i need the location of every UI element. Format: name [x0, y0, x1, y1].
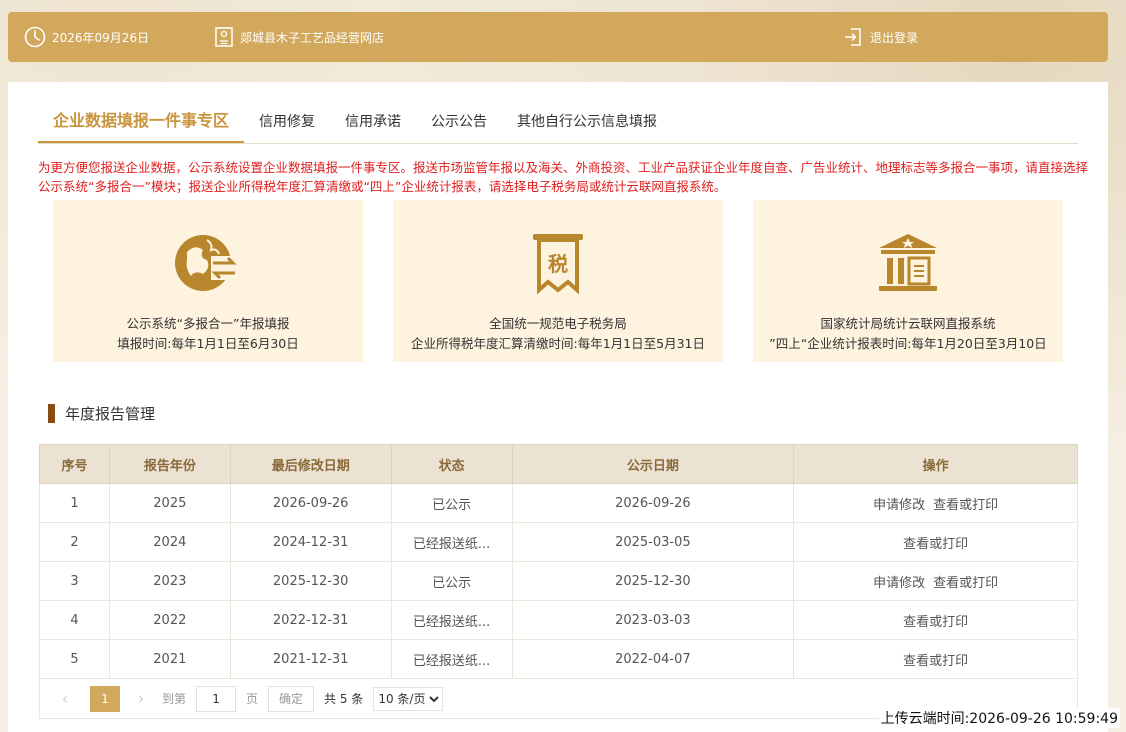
view-print-link[interactable]: 查看或打印	[933, 576, 998, 591]
clock-icon	[24, 26, 46, 48]
globe-exchange-icon	[175, 235, 237, 291]
total-count: 共 5 条	[324, 692, 364, 706]
cell-actions: 查看或打印	[793, 639, 1078, 679]
apply-modify-link[interactable]: 申请修改	[873, 576, 925, 591]
tab-credit-repair[interactable]: 信用修复	[244, 111, 330, 143]
card-statistics-time: ”四上“企业统计报表时间:每年1月20日至3月10日	[769, 336, 1047, 351]
tab-enterprise-data[interactable]: 企业数据填报一件事专区	[38, 107, 245, 143]
cell-actions: 查看或打印	[793, 522, 1078, 562]
tax-icon-text: 税	[548, 252, 568, 276]
cell-actions: 查看或打印	[793, 600, 1078, 640]
card-e-tax-time: 企业所得税年度汇算清缴时间:每年1月1日至5月31日	[411, 336, 705, 351]
cell-publish: 2025-03-05	[511, 522, 795, 562]
card-e-tax-title: 全国统一规范电子税务局	[489, 316, 627, 331]
card-statistics-title: 国家统计局统计云联网直报系统	[820, 316, 996, 331]
top-header-bar: 2026年09月26日 郯城县木子工艺品经营网店 退出登录	[8, 12, 1108, 62]
cell-actions: 申请修改 查看或打印	[793, 561, 1078, 601]
logout-icon	[845, 28, 861, 46]
cell-no: 4	[39, 600, 110, 640]
building-icon	[879, 234, 937, 291]
cell-modified: 2025-12-30	[229, 561, 392, 601]
section-title-text: 年度报告管理	[65, 405, 156, 423]
cell-modified: 2026-09-26	[229, 483, 392, 523]
tab-public-notice[interactable]: 公示公告	[416, 111, 502, 143]
cell-publish: 2023-03-03	[511, 600, 795, 640]
goto-page-input[interactable]	[196, 685, 237, 712]
notice-text: 为更方便您报送企业数据，公示系统设置企业数据填报一件事专区。报送市场监管年报以及…	[38, 160, 1089, 194]
prev-page-icon[interactable]: ‹	[50, 689, 80, 708]
col-header-no: 序号	[39, 444, 110, 484]
cell-modified: 2022-12-31	[229, 600, 392, 640]
header-shop: 郯城县木子工艺品经营网店	[214, 12, 384, 62]
card-e-tax-bureau[interactable]: 税 全国统一规范电子税务局 企业所得税年度汇算清缴时间:每年1月1日至5月31日	[393, 200, 723, 362]
tab-bar: 企业数据填报一件事专区 信用修复 信用承诺 公示公告 其他自行公示信息填报	[38, 104, 1078, 144]
cell-year: 2023	[108, 561, 231, 601]
cell-year: 2024	[108, 522, 231, 562]
col-header-publish: 公示日期	[511, 444, 795, 484]
section-annual-report-management: 年度报告管理	[48, 403, 155, 424]
cell-no: 3	[39, 561, 110, 601]
col-header-year: 报告年份	[108, 444, 231, 484]
tab-other-disclosure[interactable]: 其他自行公示信息填报	[502, 111, 672, 143]
card-statistics-system[interactable]: 国家统计局统计云联网直报系统 ”四上“企业统计报表时间:每年1月20日至3月10…	[753, 200, 1063, 362]
view-print-link[interactable]: 查看或打印	[903, 654, 968, 669]
shop-icon	[215, 27, 233, 47]
logout-label: 退出登录	[870, 30, 919, 45]
goto-confirm-button[interactable]: 确定	[268, 685, 315, 712]
header-date-text: 2026年09月26日	[52, 30, 150, 45]
cell-year: 2025	[108, 483, 231, 523]
cell-year: 2021	[108, 639, 231, 679]
cell-year: 2022	[108, 600, 231, 640]
table-row: 3 2023 2025-12-30 已公示 2025-12-30 申请修改 查看或…	[39, 561, 1078, 601]
cell-status: 已经报送纸...	[390, 639, 513, 679]
table-header-row: 序号 报告年份 最后修改日期 状态 公示日期 操作	[39, 444, 1078, 484]
table-row: 4 2022 2022-12-31 已经报送纸... 2023-03-03 查看…	[39, 600, 1078, 640]
cell-no: 1	[39, 483, 110, 523]
section-title-bar	[48, 404, 55, 423]
page-unit-label: 页	[246, 692, 259, 706]
col-header-status: 状态	[390, 444, 513, 484]
cell-status: 已公示	[390, 483, 513, 523]
goto-label: 到第	[162, 692, 187, 706]
cell-modified: 2021-12-31	[229, 639, 392, 679]
main-content-panel: 企业数据填报一件事专区 信用修复 信用承诺 公示公告 其他自行公示信息填报 为更…	[8, 82, 1108, 732]
cell-status: 已经报送纸...	[390, 600, 513, 640]
view-print-link[interactable]: 查看或打印	[903, 537, 968, 552]
header-date: 2026年09月26日	[24, 12, 149, 62]
annual-report-table: 序号 报告年份 最后修改日期 状态 公示日期 操作 1 2025 2026-09…	[39, 444, 1078, 679]
tax-icon: 税	[533, 234, 583, 295]
cell-publish: 2026-09-26	[511, 483, 795, 523]
cell-no: 2	[39, 522, 110, 562]
cell-status: 已公示	[390, 561, 513, 601]
next-page-icon[interactable]: ›	[126, 689, 156, 708]
table-row: 1 2025 2026-09-26 已公示 2026-09-26 申请修改 查看或…	[39, 483, 1078, 523]
col-header-actions: 操作	[793, 444, 1078, 484]
header-shop-name: 郯城县木子工艺品经营网店	[240, 30, 385, 45]
upload-time-text: 上传云端时间:2026-09-26 10:59:49	[878, 708, 1120, 728]
card-annual-report[interactable]: 公示系统“多报合一”年报填报 填报时间:每年1月1日至6月30日	[53, 200, 363, 362]
cell-actions: 申请修改 查看或打印	[793, 483, 1078, 523]
logout-button[interactable]: 退出登录	[842, 12, 918, 62]
cell-no: 5	[39, 639, 110, 679]
tab-credit-commitment[interactable]: 信用承诺	[330, 111, 416, 143]
view-print-link[interactable]: 查看或打印	[903, 615, 968, 630]
card-annual-report-time: 填报时间:每年1月1日至6月30日	[117, 336, 299, 351]
cell-publish: 2022-04-07	[511, 639, 795, 679]
view-print-link[interactable]: 查看或打印	[933, 498, 998, 513]
apply-modify-link[interactable]: 申请修改	[873, 498, 925, 513]
col-header-modified: 最后修改日期	[229, 444, 392, 484]
page-number-current[interactable]: 1	[90, 685, 120, 712]
card-annual-report-title: 公示系统“多报合一”年报填报	[126, 316, 290, 331]
table-row: 2 2024 2024-12-31 已经报送纸... 2025-03-05 查看…	[39, 522, 1078, 562]
cell-modified: 2024-12-31	[229, 522, 392, 562]
table-row: 5 2021 2021-12-31 已经报送纸... 2022-04-07 查看…	[39, 639, 1078, 679]
cell-status: 已经报送纸...	[390, 522, 513, 562]
page-size-select[interactable]: 10 条/页	[373, 686, 444, 711]
cell-publish: 2025-12-30	[511, 561, 795, 601]
